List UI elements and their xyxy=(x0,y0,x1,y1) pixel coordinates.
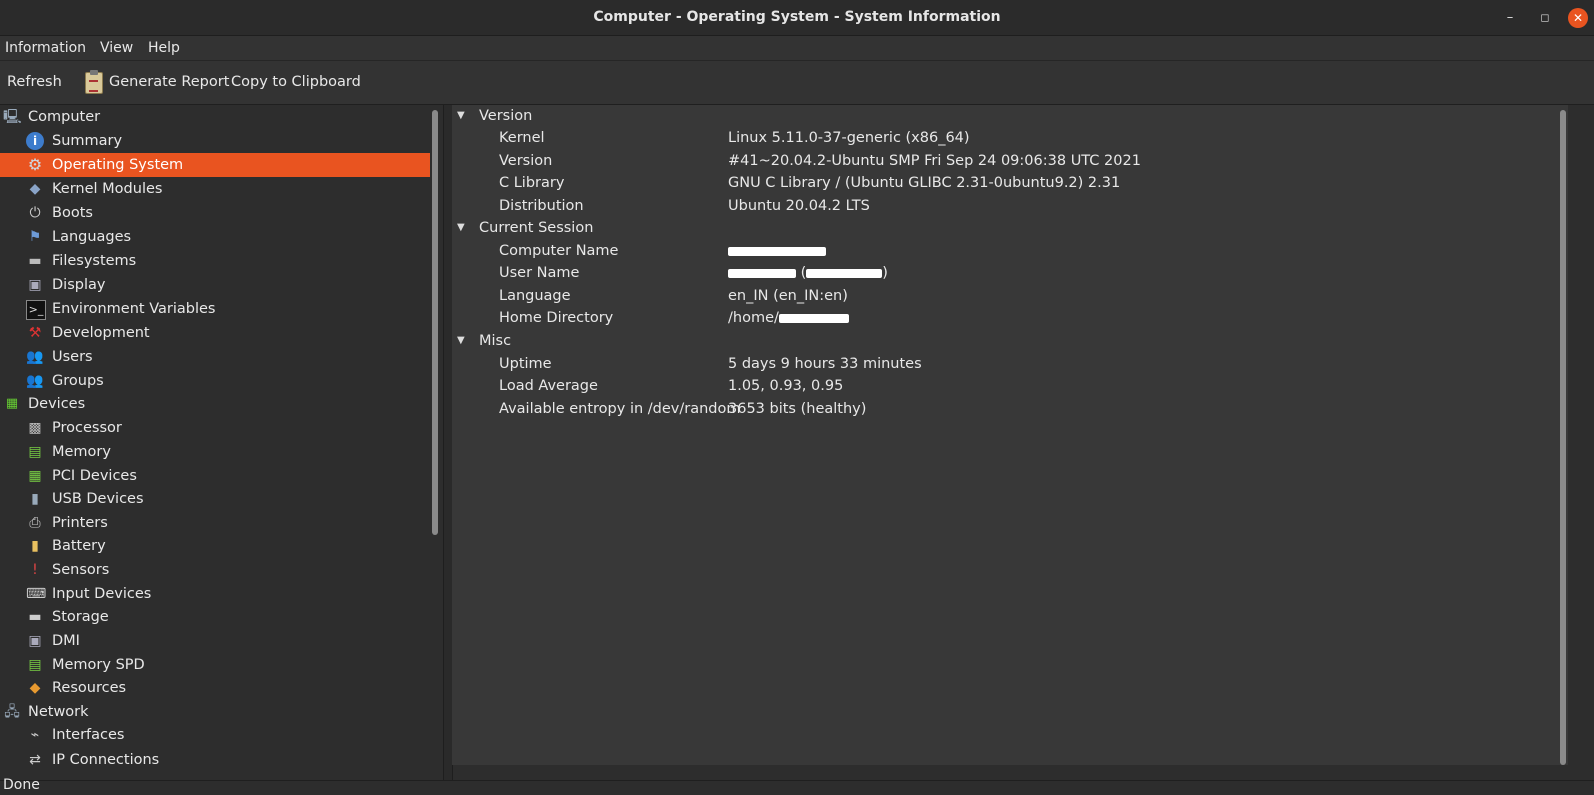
home-directory-value: /home/ xyxy=(728,310,779,326)
monitor-icon: ▣ xyxy=(28,277,42,293)
resources-icon: ◆ xyxy=(29,680,41,696)
users-icon: 👥 xyxy=(26,349,44,365)
battery-icon: ▮ xyxy=(31,538,39,554)
detail-row[interactable]: User Name () xyxy=(452,262,1552,284)
sidebar-item-dmi[interactable]: ▣ DMI xyxy=(0,629,436,653)
sidebar-item-groups[interactable]: 👥 Groups xyxy=(0,369,436,393)
section-misc[interactable]: ▼ Misc xyxy=(452,330,1552,352)
detail-row[interactable]: Version #41~20.04.2-Ubuntu SMP Fri Sep 2… xyxy=(452,150,1552,172)
info-icon: i xyxy=(26,132,44,150)
sidebar-item-processor[interactable]: ▩ Processor xyxy=(0,416,436,440)
detail-row[interactable]: C Library GNU C Library / (Ubuntu GLIBC … xyxy=(452,172,1552,194)
storage-icon: ▬ xyxy=(28,609,42,625)
expander-icon[interactable]: ▼ xyxy=(457,105,465,127)
input-device-icon: ⌨ xyxy=(26,586,47,602)
sidebar-item-pci-devices[interactable]: ▦ PCI Devices xyxy=(0,464,436,488)
flag-icon: ⚑ xyxy=(28,229,42,245)
refresh-button[interactable]: Refresh xyxy=(7,61,62,104)
sidebar-group-devices[interactable]: ▦ Devices xyxy=(0,392,436,416)
redacted-value xyxy=(728,240,826,262)
section-version[interactable]: ▼ Version xyxy=(452,105,1552,127)
generate-report-button[interactable]: Generate Report xyxy=(109,61,229,104)
expander-icon[interactable]: ▼ xyxy=(457,330,465,352)
menu-information[interactable]: Information xyxy=(5,36,86,60)
menu-view[interactable]: View xyxy=(100,36,133,60)
menu-bar: Information View Help xyxy=(0,36,1594,61)
dmi-icon: ▣ xyxy=(28,633,42,649)
detail-row[interactable]: Home Directory /home/ xyxy=(452,307,1552,329)
computer-icon: 🖳 xyxy=(3,109,22,125)
toolbar: Refresh Generate Report Copy to Clipboar… xyxy=(0,61,1594,105)
detail-row[interactable]: Distribution Ubuntu 20.04.2 LTS xyxy=(452,195,1552,217)
detail-row[interactable]: Language en_IN (en_IN:en) xyxy=(452,285,1552,307)
sidebar-scrollbar[interactable] xyxy=(432,110,438,535)
sidebar-item-input-devices[interactable]: ⌨ Input Devices xyxy=(0,582,436,606)
sidebar-item-summary[interactable]: i Summary xyxy=(0,129,436,153)
pci-icon: ▦ xyxy=(28,468,42,484)
minimize-button[interactable]: – xyxy=(1500,8,1520,28)
memory-spd-icon: ▤ xyxy=(28,657,42,673)
development-icon: ⚒ xyxy=(28,325,42,341)
interfaces-icon: ⌁ xyxy=(30,727,40,743)
copy-to-clipboard-button[interactable]: Copy to Clipboard xyxy=(231,61,361,104)
sidebar-item-memory-spd[interactable]: ▤ Memory SPD xyxy=(0,653,436,677)
maximize-button[interactable]: ◻ xyxy=(1535,8,1555,28)
status-text: Done xyxy=(3,777,40,793)
sidebar-item-interfaces[interactable]: ⌁ Interfaces xyxy=(0,723,436,747)
close-button[interactable]: ✕ xyxy=(1568,8,1588,28)
power-icon: ⏻ xyxy=(29,205,41,221)
expander-icon[interactable]: ▼ xyxy=(457,217,465,239)
detail-row[interactable]: Kernel Linux 5.11.0-37-generic (x86_64) xyxy=(452,127,1552,149)
sidebar-item-development[interactable]: ⚒ Development xyxy=(0,321,436,345)
sidebar-item-sensors[interactable]: ǃ Sensors xyxy=(0,558,436,582)
devices-icon: ▦ xyxy=(5,396,19,411)
usb-icon: ▮ xyxy=(31,491,39,507)
gear-icon: ⚙ xyxy=(27,155,43,174)
sidebar-item-battery[interactable]: ▮ Battery xyxy=(0,534,436,558)
cpu-icon: ▩ xyxy=(28,420,42,436)
sidebar-item-display[interactable]: ▣ Display xyxy=(0,273,436,297)
status-bar: Done xyxy=(0,777,1594,795)
sidebar-item-kernel-modules[interactable]: ◆ Kernel Modules xyxy=(0,177,436,201)
sidebar-item-usb-devices[interactable]: ▮ USB Devices xyxy=(0,487,436,511)
section-current-session[interactable]: ▼ Current Session xyxy=(452,217,1552,239)
detail-row[interactable]: Computer Name xyxy=(452,240,1552,262)
network-icon: 🖧 xyxy=(4,704,20,720)
terminal-icon: >_ xyxy=(26,300,46,320)
details-pane: ▼ Version Kernel Linux 5.11.0-37-generic… xyxy=(452,105,1568,765)
details-scrollbar[interactable] xyxy=(1560,110,1566,765)
window-title: Computer - Operating System - System Inf… xyxy=(593,9,1001,25)
detail-row[interactable]: Uptime 5 days 9 hours 33 minutes xyxy=(452,353,1552,375)
sidebar-item-printers[interactable]: ⎙ Printers xyxy=(0,511,436,535)
detail-row[interactable]: Load Average 1.05, 0.93, 0.95 xyxy=(452,375,1552,397)
menu-help[interactable]: Help xyxy=(148,36,180,60)
kernel-module-icon: ◆ xyxy=(29,181,41,197)
ip-connections-icon: ⇄ xyxy=(29,752,41,768)
sidebar-item-memory[interactable]: ▤ Memory xyxy=(0,440,436,464)
sidebar-item-ip-connections[interactable]: ⇄ IP Connections xyxy=(0,748,436,772)
sidebar-item-filesystems[interactable]: ▬ Filesystems xyxy=(0,249,436,273)
sidebar-item-operating-system[interactable]: ⚙ Operating System xyxy=(0,153,430,177)
detail-row[interactable]: Available entropy in /dev/random 3653 bi… xyxy=(452,398,1552,420)
report-icon xyxy=(85,70,103,94)
sidebar-item-users[interactable]: 👥 Users xyxy=(0,345,436,369)
printer-icon: ⎙ xyxy=(29,515,41,531)
drive-icon: ▬ xyxy=(28,253,42,269)
title-bar: Computer - Operating System - System Inf… xyxy=(0,0,1594,36)
sidebar-item-languages[interactable]: ⚑ Languages xyxy=(0,225,436,249)
sidebar-group-network[interactable]: 🖧 Network xyxy=(0,700,436,724)
sidebar-tree: 🖳 Computer i Summary ⚙ Operating System … xyxy=(0,105,436,780)
redacted-value: () xyxy=(728,262,888,284)
memory-icon: ▤ xyxy=(28,444,42,460)
redacted-value xyxy=(778,313,849,323)
sidebar-item-storage[interactable]: ▬ Storage xyxy=(0,605,436,629)
sidebar-group-computer[interactable]: 🖳 Computer xyxy=(0,105,436,129)
groups-icon: 👥 xyxy=(26,373,44,389)
sidebar-item-boots[interactable]: ⏻ Boots xyxy=(0,201,436,225)
sidebar-item-resources[interactable]: ◆ Resources xyxy=(0,676,436,700)
sidebar-item-environment-variables[interactable]: >_ Environment Variables xyxy=(0,297,436,321)
sensor-icon: ǃ xyxy=(32,562,38,578)
